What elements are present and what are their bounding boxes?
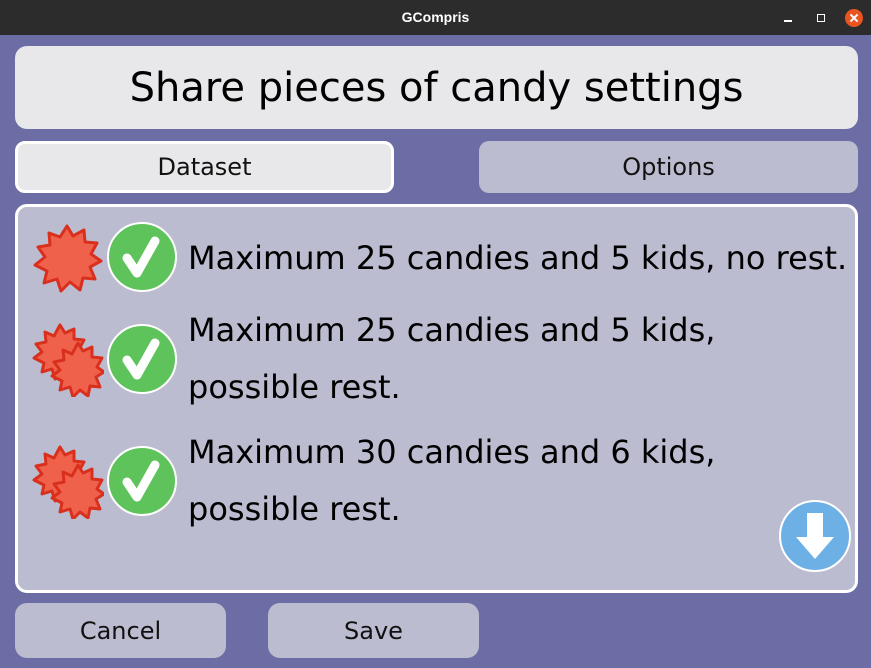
checked-icon[interactable] [106,221,178,293]
close-icon[interactable] [845,9,863,27]
dataset-label: Maximum 25 candies and 5 kids, possible … [188,311,716,406]
minimize-icon[interactable] [779,9,797,27]
scroll-down-button[interactable] [778,499,852,573]
tab-dataset[interactable]: Dataset [15,141,394,193]
dataset-label: Maximum 30 candies and 6 kids, possible … [188,433,716,528]
cancel-button[interactable]: Cancel [15,603,226,658]
window-titlebar: GCompris [0,0,871,35]
maximize-icon[interactable] [812,9,830,27]
settings-header: Share pieces of candy settings [15,46,858,129]
save-button[interactable]: Save [268,603,479,658]
checked-icon[interactable] [106,445,178,517]
window-title: GCompris [401,9,470,25]
dataset-label: Maximum 25 candies and 5 kids, no rest. [188,239,848,277]
dataset-list: Maximum 25 candies and 5 kids, no rest. … [15,204,858,593]
checked-icon[interactable] [106,323,178,395]
double-candy-icon [32,323,104,397]
single-candy-icon [33,224,103,293]
tab-options[interactable]: Options [479,141,858,193]
page-title: Share pieces of candy settings [129,64,744,111]
double-candy-icon [32,445,104,519]
